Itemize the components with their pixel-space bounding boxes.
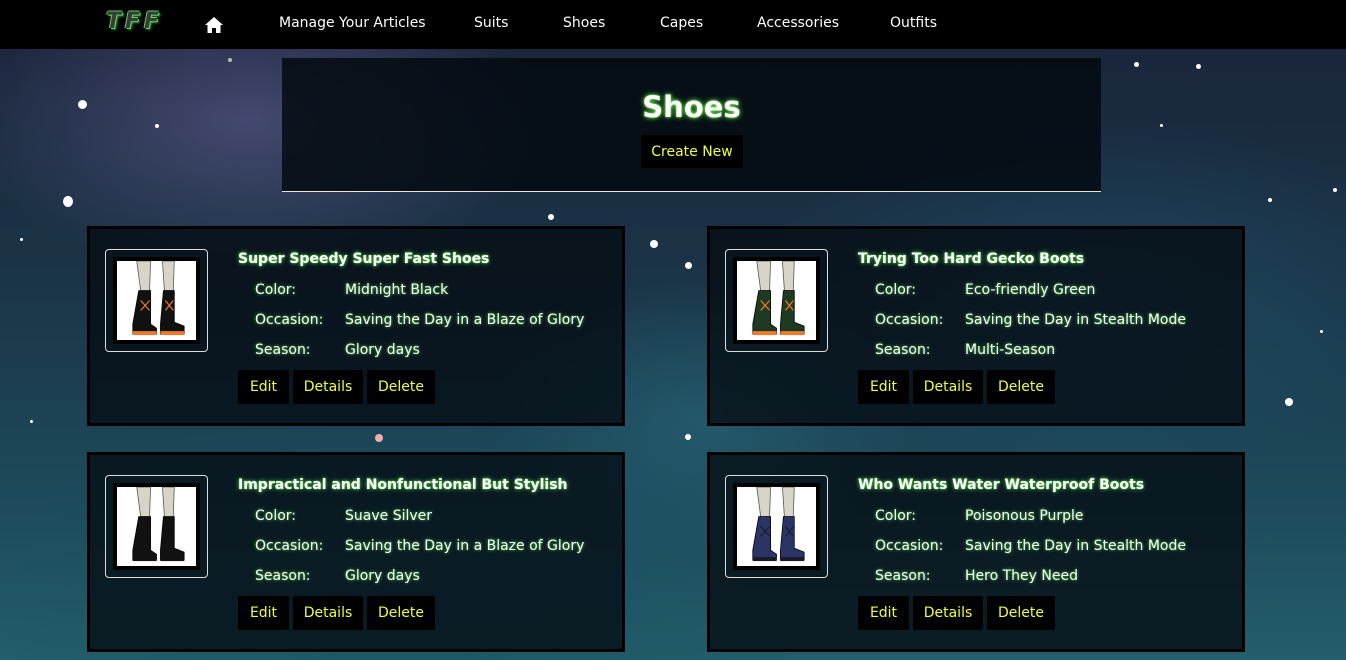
top-navbar: TFF Manage Your Articles Suits Shoes Cap… bbox=[0, 0, 1346, 49]
color-label: Color: bbox=[255, 282, 297, 298]
nav-link-shoes[interactable]: Shoes bbox=[563, 15, 605, 31]
nav-link-outfits[interactable]: Outfits bbox=[890, 15, 937, 31]
brand-logo[interactable]: TFF bbox=[106, 9, 163, 34]
occasion-label: Occasion: bbox=[875, 312, 944, 328]
shoe-card: Who Wants Water Waterproof Boots Color: … bbox=[707, 452, 1245, 652]
shoe-image bbox=[737, 261, 816, 340]
occasion-value: Saving the Day in Stealth Mode bbox=[965, 538, 1186, 554]
color-value: Suave Silver bbox=[345, 508, 433, 524]
season-value: Glory days bbox=[345, 342, 420, 358]
season-value: Glory days bbox=[345, 568, 420, 584]
shoe-image bbox=[117, 487, 196, 566]
occasion-value: Saving the Day in Stealth Mode bbox=[965, 312, 1186, 328]
color-label: Color: bbox=[255, 508, 297, 524]
nav-link-manage-articles[interactable]: Manage Your Articles bbox=[279, 15, 426, 31]
season-label: Season: bbox=[875, 342, 931, 358]
season-label: Season: bbox=[875, 568, 931, 584]
shoe-image bbox=[117, 261, 196, 340]
shoe-thumbnail[interactable] bbox=[105, 249, 208, 352]
details-button[interactable]: Details bbox=[293, 596, 363, 630]
create-new-button[interactable]: Create New bbox=[641, 135, 743, 168]
edit-button[interactable]: Edit bbox=[238, 370, 289, 404]
shoe-name: Who Wants Water Waterproof Boots bbox=[858, 477, 1145, 493]
nav-link-capes[interactable]: Capes bbox=[660, 15, 703, 31]
details-button[interactable]: Details bbox=[913, 596, 983, 630]
color-value: Eco-friendly Green bbox=[965, 282, 1096, 298]
page-title: Shoes bbox=[642, 90, 741, 124]
delete-button[interactable]: Delete bbox=[987, 596, 1055, 630]
occasion-label: Occasion: bbox=[255, 312, 324, 328]
season-label: Season: bbox=[255, 342, 311, 358]
edit-button[interactable]: Edit bbox=[858, 596, 909, 630]
season-value: Hero They Need bbox=[965, 568, 1078, 584]
shoe-name: Impractical and Nonfunctional But Stylis… bbox=[238, 477, 568, 493]
delete-button[interactable]: Delete bbox=[367, 370, 435, 404]
shoe-card: Trying Too Hard Gecko Boots Color: Eco-f… bbox=[707, 226, 1245, 426]
season-value: Multi-Season bbox=[965, 342, 1056, 358]
season-label: Season: bbox=[255, 568, 311, 584]
color-value: Poisonous Purple bbox=[965, 508, 1084, 524]
page-header-panel: Shoes Create New bbox=[282, 58, 1101, 192]
nav-link-suits[interactable]: Suits bbox=[474, 15, 508, 31]
shoe-thumbnail[interactable] bbox=[725, 475, 828, 578]
delete-button[interactable]: Delete bbox=[367, 596, 435, 630]
shoe-name: Super Speedy Super Fast Shoes bbox=[238, 251, 490, 267]
home-icon[interactable] bbox=[204, 15, 224, 35]
color-value: Midnight Black bbox=[345, 282, 449, 298]
details-button[interactable]: Details bbox=[913, 370, 983, 404]
shoe-name: Trying Too Hard Gecko Boots bbox=[858, 251, 1085, 267]
occasion-value: Saving the Day in a Blaze of Glory bbox=[345, 538, 585, 554]
edit-button[interactable]: Edit bbox=[238, 596, 289, 630]
shoe-card: Super Speedy Super Fast Shoes Color: Mid… bbox=[87, 226, 625, 426]
nav-link-accessories[interactable]: Accessories bbox=[757, 15, 839, 31]
occasion-label: Occasion: bbox=[875, 538, 944, 554]
details-button[interactable]: Details bbox=[293, 370, 363, 404]
occasion-label: Occasion: bbox=[255, 538, 324, 554]
shoe-thumbnail[interactable] bbox=[105, 475, 208, 578]
shoe-thumbnail[interactable] bbox=[725, 249, 828, 352]
delete-button[interactable]: Delete bbox=[987, 370, 1055, 404]
color-label: Color: bbox=[875, 508, 917, 524]
shoe-image bbox=[737, 487, 816, 566]
shoe-card: Impractical and Nonfunctional But Stylis… bbox=[87, 452, 625, 652]
edit-button[interactable]: Edit bbox=[858, 370, 909, 404]
color-label: Color: bbox=[875, 282, 917, 298]
occasion-value: Saving the Day in a Blaze of Glory bbox=[345, 312, 585, 328]
